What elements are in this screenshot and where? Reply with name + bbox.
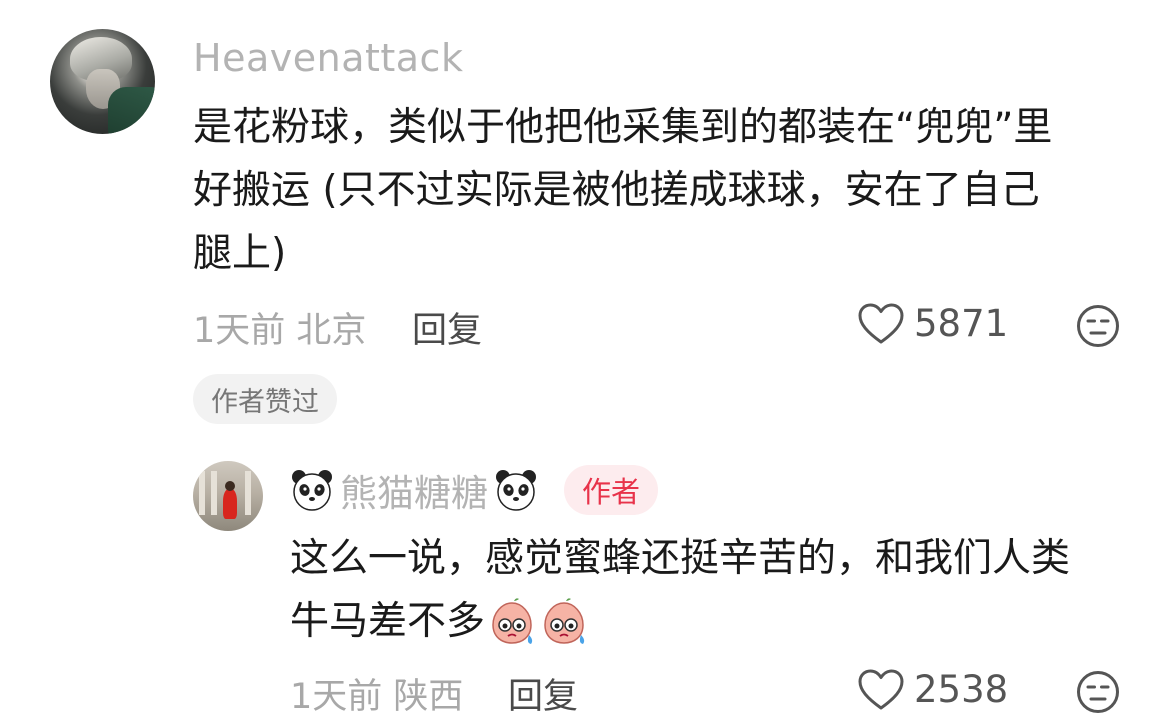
comment-thread: Heavenattack 是花粉球，类似于他把他采集到的都装在“兜兜”里 好搬运… <box>0 0 1170 728</box>
like-button[interactable]: 5871 <box>858 302 1008 345</box>
reply-user-avatar[interactable] <box>193 461 263 531</box>
neutral-face-icon[interactable] <box>1076 304 1120 348</box>
reply-header: 熊猫糖糖 作者 <box>290 462 659 518</box>
panda-face-icon <box>292 470 332 511</box>
reply-meta: 1天前 陕西 回复 2538 <box>0 668 1170 718</box>
heart-outline-icon <box>858 303 904 343</box>
panda-face-icon <box>496 470 536 511</box>
reply-username[interactable]: 熊猫糖糖 <box>340 463 488 517</box>
author-liked-badge: 作者赞过 <box>193 374 337 424</box>
neutral-face-icon[interactable] <box>1076 670 1120 714</box>
reply-button[interactable]: 回复 <box>412 302 482 353</box>
like-button[interactable]: 2538 <box>858 668 1008 711</box>
reply-time-location: 1天前 陕西 <box>290 677 464 717</box>
like-count: 2538 <box>914 668 1009 711</box>
reply-text-line: 这么一说，感觉蜜蜂还挺辛苦的，和我们人类 <box>290 536 1071 581</box>
like-count: 5871 <box>914 302 1009 345</box>
comment-text: 是花粉球，类似于他把他采集到的都装在“兜兜”里 好搬运 (只不过实际是被他搓成球… <box>193 96 1143 285</box>
comment-time-location: 1天前 北京 <box>193 311 367 351</box>
comment-text-line: 好搬运 (只不过实际是被他搓成球球，安在了自己 <box>193 168 1040 213</box>
comment-text-line: 腿上) <box>193 231 287 276</box>
user-avatar[interactable] <box>50 29 155 134</box>
heart-outline-icon <box>858 669 904 709</box>
sweating-face-emoji <box>544 597 585 644</box>
comment-text-line: 是花粉球，类似于他把他采集到的都装在“兜兜”里 <box>193 105 1053 150</box>
comment-meta: 1天前 北京 回复 5871 <box>0 302 1170 352</box>
reply-text-line: 牛马差不多 <box>290 590 1150 653</box>
sweating-face-emoji <box>492 597 533 644</box>
reply-text: 这么一说，感觉蜜蜂还挺辛苦的，和我们人类 牛马差不多 <box>290 527 1150 653</box>
author-tag: 作者 <box>564 465 659 515</box>
comment-username[interactable]: Heavenattack <box>193 36 463 80</box>
reply-button[interactable]: 回复 <box>508 668 578 719</box>
